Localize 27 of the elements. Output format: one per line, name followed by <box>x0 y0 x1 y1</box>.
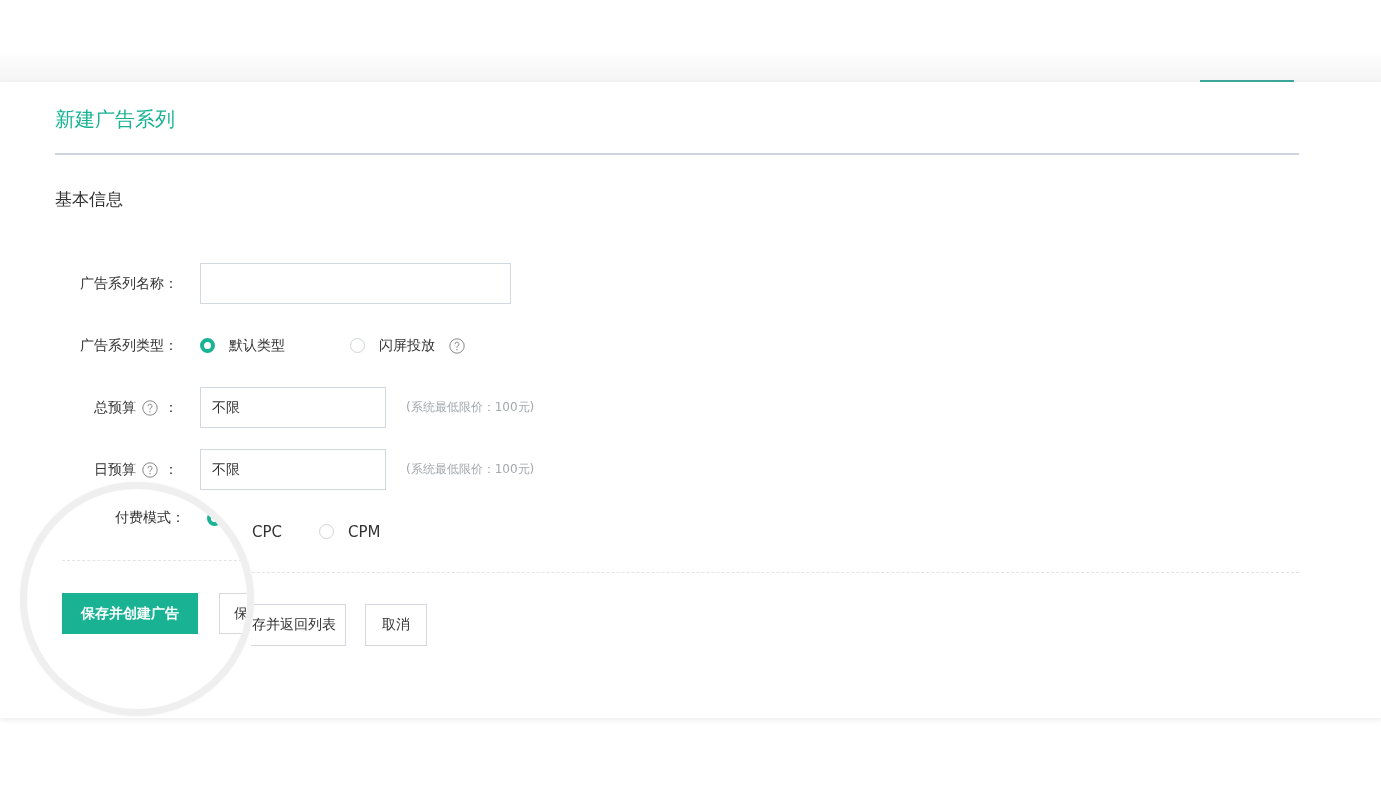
input-field[interactable]: 不限 <box>200 387 386 428</box>
hint-text: (系统最低限价：100元) <box>406 461 535 478</box>
input-field[interactable] <box>200 263 511 304</box>
form-button[interactable]: 取消 <box>365 604 427 646</box>
radio-button[interactable] <box>200 338 215 353</box>
field-label: 广告系列名称： <box>80 274 178 293</box>
field-label: 付费模式： <box>115 509 185 527</box>
field-label: 总预算 <box>94 398 136 417</box>
form-button[interactable]: 保 <box>219 593 247 634</box>
help-icon[interactable] <box>142 461 158 478</box>
radio-button[interactable] <box>350 338 365 353</box>
section-title: 基本信息 <box>55 188 124 211</box>
radio-label[interactable]: CPC <box>252 522 282 541</box>
help-icon[interactable] <box>449 337 465 354</box>
radio-label[interactable]: 闪屏投放 <box>379 336 435 355</box>
field-label: 广告系列类型： <box>80 336 178 355</box>
page-title: 新建广告系列 <box>55 106 176 133</box>
label-colon: ： <box>164 398 178 417</box>
label-colon: ： <box>164 460 178 479</box>
help-icon[interactable] <box>142 399 158 416</box>
form-button[interactable]: 存并返回列表 <box>251 604 346 646</box>
radio-button[interactable] <box>319 524 334 539</box>
input-field[interactable]: 不限 <box>200 449 386 490</box>
hint-text: (系统最低限价：100元) <box>406 399 535 416</box>
field-label: 日预算 <box>94 460 136 479</box>
radio-label[interactable]: CPM <box>348 522 381 541</box>
radio-label[interactable]: 默认类型 <box>229 336 285 355</box>
